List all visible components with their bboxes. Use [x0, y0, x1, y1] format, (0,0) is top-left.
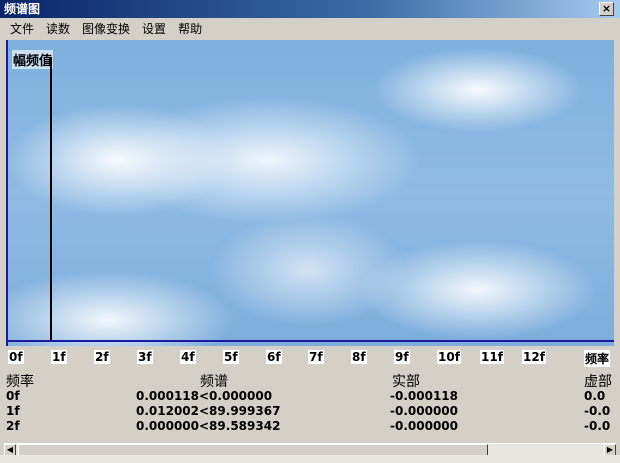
cell-frequency: 2f	[6, 419, 20, 433]
y-axis-label: 幅频值	[12, 50, 54, 69]
tick-1f: 1f	[51, 350, 67, 364]
menu-read[interactable]: 读数	[40, 20, 76, 37]
header-imag: 虚部	[584, 374, 612, 390]
cell-spectrum: 0.000118<0.000000	[136, 389, 273, 403]
tick-3f: 3f	[137, 350, 153, 364]
table-row: 2f 0.000000<89.589342 -0.000000 -0.0	[4, 419, 616, 433]
cell-real: -0.000000	[390, 404, 458, 418]
header-spectrum: 频谱	[200, 374, 228, 390]
tick-7f: 7f	[308, 350, 324, 364]
menu-file[interactable]: 文件	[4, 20, 40, 37]
window-titlebar: 频谱图 ×	[0, 0, 620, 18]
table-row: 1f 0.012002<89.999367 -0.000000 -0.0	[4, 404, 616, 418]
tick-0f: 0f	[8, 350, 24, 364]
menu-image-transform[interactable]: 图像变换	[76, 20, 136, 37]
x-axis-label: 频率	[584, 350, 611, 367]
tick-10f: 10f	[437, 350, 461, 364]
tick-6f: 6f	[266, 350, 282, 364]
bottom-strip	[0, 455, 620, 463]
tick-4f: 4f	[180, 350, 196, 364]
table-row: 0f 0.000118<0.000000 -0.000118 0.0	[4, 389, 616, 403]
menu-settings[interactable]: 设置	[136, 20, 172, 37]
cell-imag: -0.0	[584, 404, 611, 418]
menu-help[interactable]: 帮助	[172, 20, 208, 37]
tick-8f: 8f	[351, 350, 367, 364]
cell-spectrum: 0.012002<89.999367	[136, 404, 281, 418]
cell-frequency: 0f	[6, 389, 20, 403]
header-frequency: 频率	[6, 374, 34, 390]
tick-11f: 11f	[480, 350, 504, 364]
header-real: 实部	[392, 374, 420, 390]
x-axis-line	[6, 340, 614, 342]
menu-bar: 文件 读数 图像变换 设置 帮助	[0, 18, 620, 38]
tick-2f: 2f	[94, 350, 110, 364]
spectrum-table: 频率 频谱 实部 虚部 0f 0.000118<0.000000 -0.0001…	[4, 370, 616, 442]
tick-9f: 9f	[394, 350, 410, 364]
x-axis-ticks: 0f 1f 2f 3f 4f 5f 6f 7f 8f 9f 10f 11f 12…	[6, 348, 614, 368]
cell-real: -0.000000	[390, 419, 458, 433]
cell-real: -0.000118	[390, 389, 458, 403]
horizontal-scrollbar[interactable]: ◀ ▶	[4, 443, 616, 456]
cell-imag: 0.0	[584, 389, 606, 403]
close-button[interactable]: ×	[599, 2, 614, 16]
cell-frequency: 1f	[6, 404, 20, 418]
cell-spectrum: 0.000000<89.589342	[136, 419, 281, 433]
spectrum-bar-1f	[50, 57, 52, 340]
tick-5f: 5f	[223, 350, 239, 364]
tick-12f: 12f	[522, 350, 546, 364]
spectrum-plot-area	[6, 40, 614, 346]
cell-imag: -0.0	[584, 419, 611, 433]
window-title: 频谱图	[4, 2, 41, 16]
